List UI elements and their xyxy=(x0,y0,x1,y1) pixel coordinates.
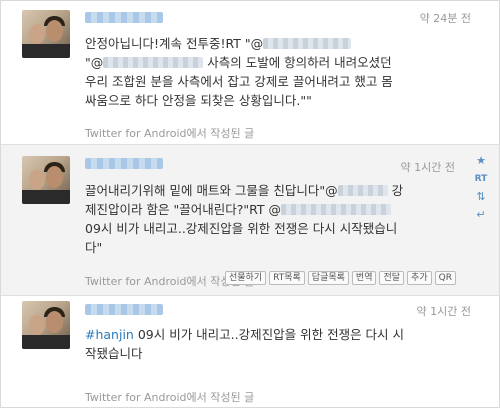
tweet-source[interactable]: Twitter for Android에서 작성된 글 xyxy=(85,389,254,405)
tweet-line: 다" xyxy=(85,240,103,255)
translate-button[interactable]: 번역 xyxy=(351,271,377,285)
gift-button[interactable]: 선물하기 xyxy=(225,271,267,285)
username-blurred[interactable] xyxy=(85,158,163,169)
tweet-line: 제진압이라 함은 "끌어내린다?"RT @ xyxy=(85,202,281,217)
tweet-item-hovered[interactable]: 약 1시간 전 ★ RT ⇅ ↵ 끌어내리기위해 밑에 매트와 그물을 친답니다… xyxy=(1,144,499,296)
tweet-time[interactable]: 약 24분 전 xyxy=(420,10,471,26)
tweet-line: "@ xyxy=(85,55,104,70)
tweet-time[interactable]: 약 1시간 전 xyxy=(401,159,455,175)
reply-list-button[interactable]: 답글목록 xyxy=(307,271,349,285)
forward-button[interactable]: 전달 xyxy=(379,271,405,285)
tweet-button-row: 선물하기 RT목록 답글목록 번역 전달 추가 QR xyxy=(225,271,456,285)
mention-blurred[interactable] xyxy=(280,204,391,215)
mention-blurred[interactable] xyxy=(337,185,388,196)
tweet-line: 싸움으로 하다 안정을 되찾은 상황입니다."" xyxy=(85,93,312,108)
tweet-text: 끌어내리기위해 밑에 매트와 그물을 친답니다"@ 강 제진압이라 함은 "끌어… xyxy=(85,181,445,257)
tweet-item[interactable]: 약 1시간 전 #hanjin 09시 비가 내리고..강제진압을 위한 전쟁은… xyxy=(1,295,499,407)
tweet-text: #hanjin 09시 비가 내리고..강제진압을 위한 전쟁은 다시 시 작됐… xyxy=(85,325,465,363)
rt-list-button[interactable]: RT목록 xyxy=(269,271,305,285)
reply-icon[interactable]: ↵ xyxy=(473,209,489,221)
rt-icon[interactable]: RT xyxy=(473,173,489,185)
favorite-icon[interactable]: ★ xyxy=(473,155,489,167)
retweet-icon[interactable]: ⇅ xyxy=(473,191,489,203)
tweet-source[interactable]: Twitter for Android에서 작성된 글 xyxy=(85,125,254,141)
tweet-line: 사측의 도발에 항의하러 내려오셨던 xyxy=(203,55,392,70)
tweet-line: 안정아닙니다!계속 전투중!RT "@ xyxy=(85,36,264,51)
tweet-line: 강 xyxy=(387,183,404,198)
avatar[interactable] xyxy=(22,156,70,204)
username-blurred[interactable] xyxy=(85,304,163,315)
tweet-text: 안정아닙니다!계속 전투중!RT "@ "@ 사측의 도발에 항의하러 내려오셨… xyxy=(85,34,465,110)
timeline: 약 24분 전 안정아닙니다!계속 전투중!RT "@ "@ 사측의 도발에 항… xyxy=(0,0,500,408)
tweet-line: 작됐습니다 xyxy=(85,346,143,361)
qr-button[interactable]: QR xyxy=(434,271,456,285)
avatar[interactable] xyxy=(22,10,70,58)
tweet-line: 09시 비가 내리고..강제진압을 위한 전쟁은 다시 시 xyxy=(133,327,405,342)
tweet-time[interactable]: 약 1시간 전 xyxy=(417,303,471,319)
hashtag-link[interactable]: #hanjin xyxy=(85,327,134,342)
add-button[interactable]: 추가 xyxy=(407,271,432,285)
mention-blurred[interactable] xyxy=(263,38,352,49)
tweet-line: 우리 조합원 분을 사측에서 잡고 강제로 끌어내려고 했고 몸 xyxy=(85,74,393,89)
tweet-actions: ★ RT ⇅ ↵ xyxy=(473,155,489,227)
mention-blurred[interactable] xyxy=(103,57,204,68)
tweet-line: 끌어내리기위해 밑에 매트와 그물을 친답니다"@ xyxy=(85,183,338,198)
tweet-item[interactable]: 약 24분 전 안정아닙니다!계속 전투중!RT "@ "@ 사측의 도발에 항… xyxy=(1,1,499,144)
username-blurred[interactable] xyxy=(85,12,163,23)
avatar[interactable] xyxy=(22,301,70,349)
tweet-line: 09시 비가 내리고..강제진압을 위한 전쟁은 다시 시작됐습니 xyxy=(85,221,398,236)
